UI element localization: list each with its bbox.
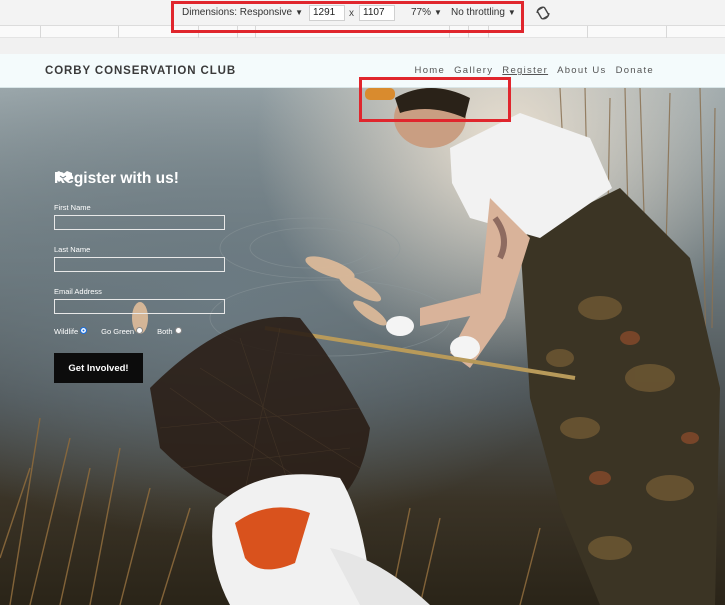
get-involved-button[interactable]: Get Involved! [54,353,143,383]
radio-both-button[interactable] [174,326,182,334]
interest-radio-group: Wildlife Go Green Both [54,326,229,336]
nav-links: Home Gallery Register About Us Donate [415,65,654,76]
radio-go-green[interactable]: Go Green [101,326,144,336]
page-viewport: CORBY CONSERVATION CLUB Home Gallery Reg… [0,54,725,605]
radio-wildlife-label: Wildlife [54,327,79,336]
hero-background: Register with us! First Name Last Name E… [0,88,725,605]
annotation-highlight-nav [359,77,511,122]
radio-both-label: Both [157,327,173,336]
nav-link-home[interactable]: Home [415,65,446,76]
annotation-highlight-toolbar [171,1,524,33]
nav-link-about-us[interactable]: About Us [557,65,606,76]
first-name-input[interactable] [54,215,225,230]
handshake-icon [55,171,72,182]
radio-go-green-label: Go Green [101,327,135,336]
radio-both[interactable]: Both [157,326,182,336]
last-name-input[interactable] [54,257,225,272]
last-name-label: Last Name [54,245,91,254]
form-title: Register with us! [54,170,229,188]
email-label: Email Address [54,287,102,296]
radio-go-green-button[interactable] [136,326,144,334]
ruler-gap [0,38,725,54]
register-form: Register with us! First Name Last Name E… [54,170,229,383]
first-name-label: First Name [54,203,91,212]
rotate-icon[interactable] [535,5,551,21]
nav-link-gallery[interactable]: Gallery [454,65,493,76]
site-brand[interactable]: CORBY CONSERVATION CLUB [45,65,236,77]
radio-wildlife-button[interactable] [80,326,88,334]
nav-link-donate[interactable]: Donate [616,65,654,76]
nav-link-register[interactable]: Register [502,65,548,76]
email-input[interactable] [54,299,225,314]
radio-wildlife[interactable]: Wildlife [54,326,88,336]
